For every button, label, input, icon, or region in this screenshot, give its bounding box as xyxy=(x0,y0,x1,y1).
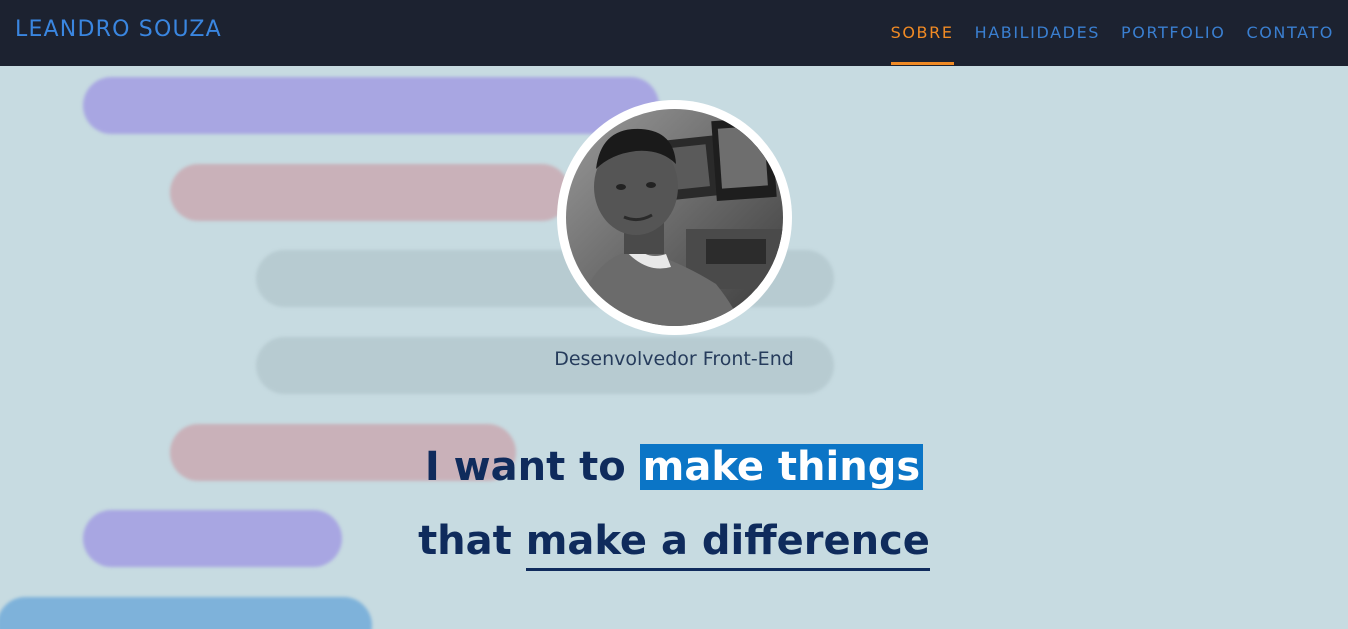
decorative-code-bar xyxy=(0,597,372,629)
headline-line-1: I want to make things xyxy=(0,444,1348,490)
role-subtitle: Desenvolvedor Front-End xyxy=(554,348,794,370)
headline-text: that xyxy=(418,518,526,564)
main-nav: SOBRE HABILIDADES PORTFOLIO CONTATO xyxy=(870,0,1334,66)
nav-item-sobre[interactable]: SOBRE xyxy=(890,0,954,65)
top-navbar: LEANDRO SOUZA SOBRE HABILIDADES PORTFOLI… xyxy=(0,0,1348,66)
headline-underlined: make a difference xyxy=(525,518,930,571)
profile-photo xyxy=(566,109,783,326)
hero-section: Desenvolvedor Front-End I want to make t… xyxy=(0,66,1348,629)
brand-logo[interactable]: LEANDRO SOUZA xyxy=(15,17,222,42)
headline-line-2: that make a difference xyxy=(0,518,1348,571)
avatar xyxy=(557,100,792,335)
headline-text: I want to xyxy=(424,444,640,490)
nav-item-portfolio[interactable]: PORTFOLIO xyxy=(1121,0,1225,43)
nav-item-contato[interactable]: CONTATO xyxy=(1246,0,1334,43)
decorative-code-bar xyxy=(170,164,570,221)
nav-item-habilidades[interactable]: HABILIDADES xyxy=(975,0,1100,43)
headline-highlight: make things xyxy=(639,444,924,490)
